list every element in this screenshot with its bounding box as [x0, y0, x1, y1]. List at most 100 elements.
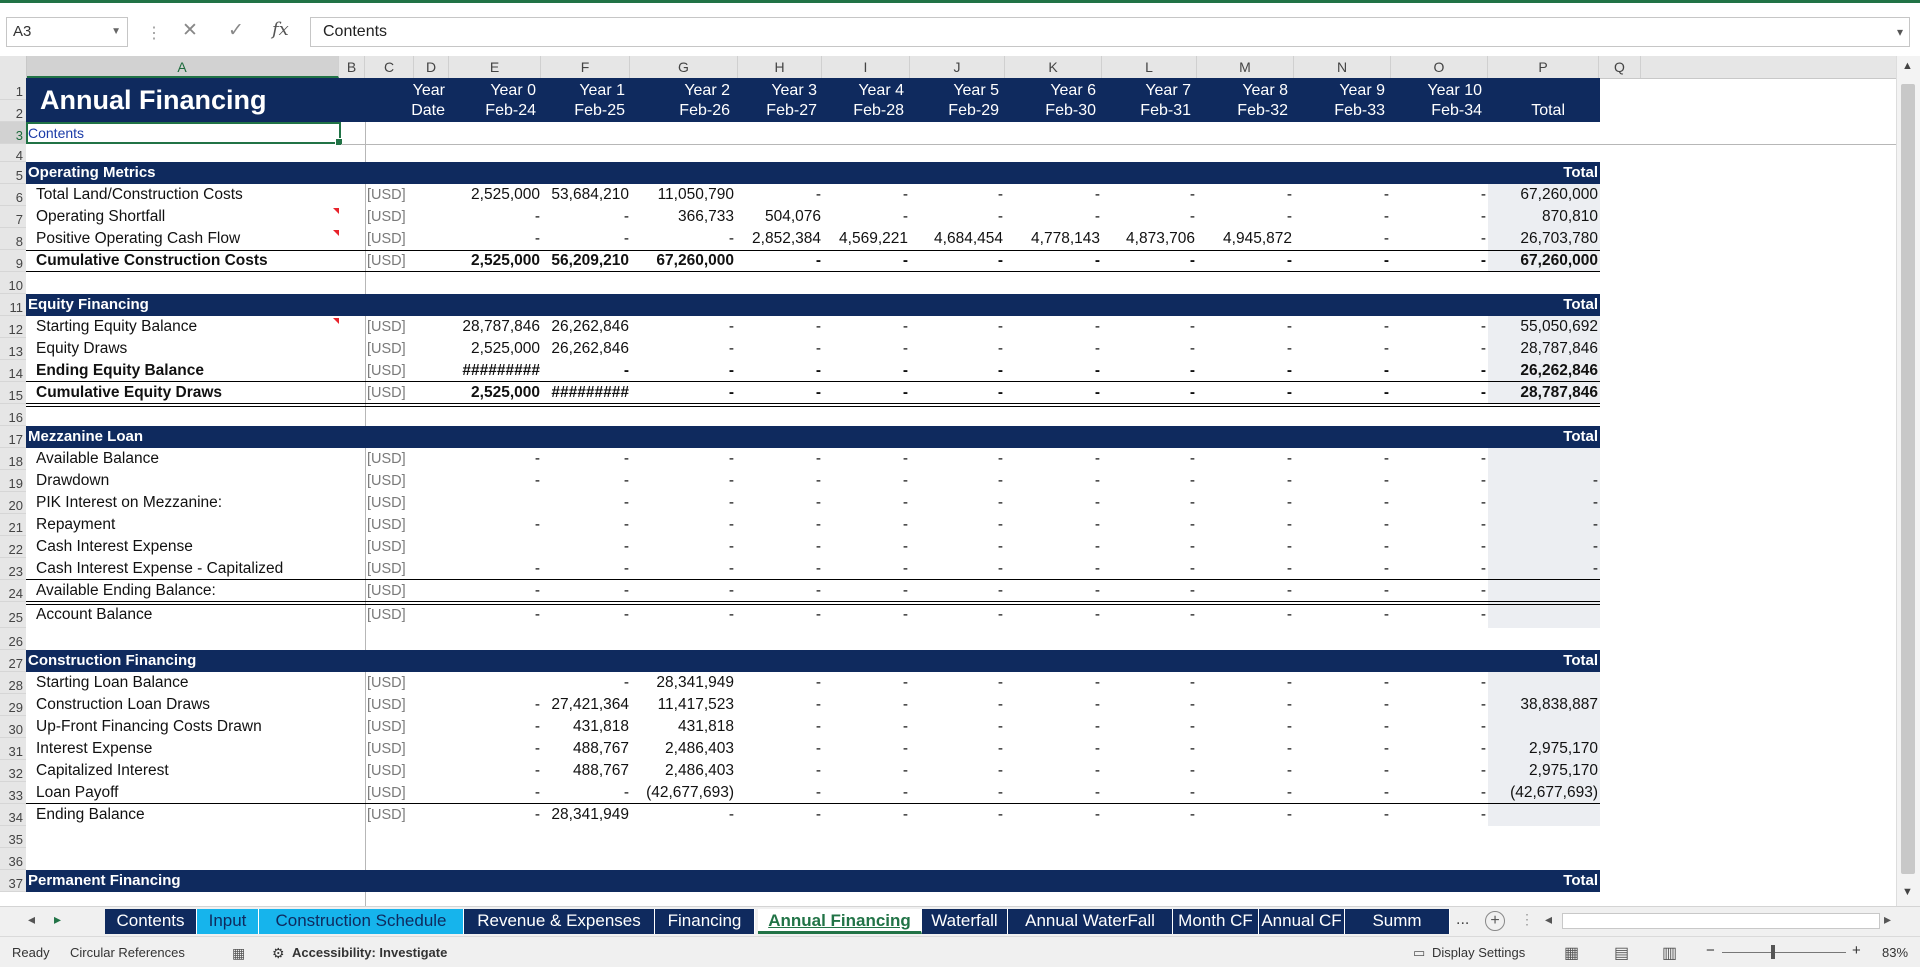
- column-header-p[interactable]: P: [1488, 56, 1599, 78]
- macro-record-icon[interactable]: ▦: [232, 945, 245, 962]
- value-cell[interactable]: -: [1366, 580, 1486, 602]
- selected-cell-a3[interactable]: [26, 122, 343, 146]
- row-header-2[interactable]: 2: [0, 100, 26, 122]
- value-cell[interactable]: -: [509, 558, 629, 580]
- value-cell[interactable]: #########: [509, 382, 629, 404]
- row-header-4[interactable]: 4: [0, 144, 26, 163]
- column-header-i[interactable]: I: [822, 56, 910, 78]
- row-label[interactable]: Positive Operating Cash Flow: [36, 228, 240, 250]
- total-cell[interactable]: 2,975,170: [1468, 738, 1598, 760]
- column-header-h[interactable]: H: [738, 56, 822, 78]
- value-cell[interactable]: -: [509, 470, 629, 492]
- status-accessibility[interactable]: Accessibility: Investigate: [292, 945, 447, 960]
- value-cell[interactable]: -: [1366, 716, 1486, 738]
- sheet-tab[interactable]: Month CF: [1173, 909, 1259, 934]
- hscroll-left-icon[interactable]: ◂: [1545, 911, 1552, 928]
- row-header-36[interactable]: 36: [0, 848, 26, 870]
- column-header-b[interactable]: B: [339, 56, 365, 78]
- total-cell[interactable]: -: [1468, 470, 1598, 492]
- row-label[interactable]: Interest Expense: [36, 738, 152, 760]
- value-cell[interactable]: -: [509, 228, 629, 250]
- row-label[interactable]: Construction Loan Draws: [36, 694, 210, 716]
- column-header-e[interactable]: E: [449, 56, 541, 78]
- row-label[interactable]: PIK Interest on Mezzanine:: [36, 492, 222, 514]
- accessibility-icon[interactable]: ⚙: [272, 945, 285, 962]
- display-settings-button[interactable]: Display Settings: [1432, 945, 1525, 960]
- sheet-tab[interactable]: Annual Financing: [758, 909, 922, 934]
- row-header-12[interactable]: 12: [0, 316, 26, 338]
- status-circular-references[interactable]: Circular References: [70, 945, 185, 960]
- row-header-29[interactable]: 29: [0, 694, 26, 716]
- enter-icon[interactable]: ✓: [228, 19, 244, 42]
- sheet-tab[interactable]: Waterfall: [922, 909, 1008, 934]
- prev-sheet-icon[interactable]: ◂: [28, 911, 35, 928]
- row-header-8[interactable]: 8: [0, 228, 26, 250]
- more-options-icon[interactable]: ⋮: [146, 23, 162, 43]
- row-label[interactable]: Account Balance: [36, 602, 152, 628]
- row-header-23[interactable]: 23: [0, 558, 26, 580]
- row-label[interactable]: Cash Interest Expense - Capitalized: [36, 558, 283, 580]
- row-header-14[interactable]: 14: [0, 360, 26, 382]
- cancel-icon[interactable]: ✕: [182, 19, 198, 42]
- total-cell[interactable]: 26,703,780: [1468, 228, 1598, 250]
- row-header-19[interactable]: 19: [0, 470, 26, 492]
- total-cell[interactable]: 26,262,846: [1468, 360, 1598, 382]
- total-cell[interactable]: 55,050,692: [1468, 316, 1598, 338]
- row-header-33[interactable]: 33: [0, 782, 26, 804]
- column-header-g[interactable]: G: [630, 56, 738, 78]
- row-header-25[interactable]: 25: [0, 602, 26, 628]
- sheet-tab[interactable]: Summ: [1345, 909, 1450, 934]
- value-cell[interactable]: -: [509, 782, 629, 804]
- row-label[interactable]: Equity Draws: [36, 338, 127, 360]
- formula-input[interactable]: Contents ▾: [310, 17, 1910, 47]
- expand-formula-bar-icon[interactable]: ▾: [1897, 18, 1903, 46]
- column-header-j[interactable]: J: [910, 56, 1005, 78]
- column-header-f[interactable]: F: [541, 56, 630, 78]
- value-cell[interactable]: -: [509, 448, 629, 470]
- page-layout-view-icon[interactable]: ▤: [1614, 943, 1629, 963]
- scroll-up-icon[interactable]: ▲: [1902, 60, 1913, 72]
- sheet-tab[interactable]: Annual WaterFall: [1008, 909, 1173, 934]
- more-sheets-icon[interactable]: ...: [1456, 911, 1469, 929]
- row-header-17[interactable]: 17: [0, 426, 26, 448]
- row-label[interactable]: Total Land/Construction Costs: [36, 184, 243, 206]
- name-box[interactable]: A3 ▼: [6, 17, 128, 47]
- value-cell[interactable]: -: [1366, 804, 1486, 826]
- value-cell[interactable]: 27,421,364: [509, 694, 629, 716]
- value-cell[interactable]: -: [509, 672, 629, 694]
- row-header-6[interactable]: 6: [0, 184, 26, 206]
- vertical-scrollbar[interactable]: ▲ ▼: [1896, 56, 1920, 906]
- value-cell[interactable]: -: [1366, 602, 1486, 628]
- column-header-m[interactable]: M: [1197, 56, 1294, 78]
- vertical-scroll-thumb[interactable]: [1901, 84, 1915, 874]
- total-cell[interactable]: 2,975,170: [1468, 760, 1598, 782]
- total-cell[interactable]: 38,838,887: [1468, 694, 1598, 716]
- total-cell[interactable]: 28,787,846: [1468, 338, 1598, 360]
- column-header-a[interactable]: A: [26, 56, 339, 78]
- sheet-tab[interactable]: Construction Schedule: [259, 909, 464, 934]
- value-cell[interactable]: 28,341,949: [509, 804, 629, 826]
- row-label[interactable]: Starting Loan Balance: [36, 672, 189, 694]
- row-header-9[interactable]: 9: [0, 250, 26, 272]
- total-cell[interactable]: -: [1468, 514, 1598, 536]
- value-cell[interactable]: 56,209,210: [509, 250, 629, 272]
- row-header-1[interactable]: 1: [0, 78, 26, 100]
- zoom-level[interactable]: 83%: [1882, 945, 1908, 960]
- row-header-22[interactable]: 22: [0, 536, 26, 558]
- column-header-k[interactable]: K: [1005, 56, 1102, 78]
- row-header-27[interactable]: 27: [0, 650, 26, 672]
- row-label[interactable]: Operating Shortfall: [36, 206, 165, 228]
- horizontal-scrollbar[interactable]: [1562, 913, 1880, 929]
- total-cell[interactable]: -: [1468, 558, 1598, 580]
- row-header-16[interactable]: 16: [0, 404, 26, 426]
- next-sheet-icon[interactable]: ▸: [54, 911, 61, 928]
- sheet-tab[interactable]: Annual CF: [1259, 909, 1345, 934]
- column-header-q[interactable]: Q: [1599, 56, 1641, 78]
- row-label[interactable]: Drawdown: [36, 470, 109, 492]
- value-cell[interactable]: 26,262,846: [509, 338, 629, 360]
- row-label[interactable]: Ending Equity Balance: [36, 360, 204, 382]
- row-label[interactable]: Capitalized Interest: [36, 760, 169, 782]
- row-header-15[interactable]: 15: [0, 382, 26, 404]
- worksheet-grid[interactable]: ABCDEFGHIJKLMNOPQ 1 2 3 4 5 6 7 8 9 10 11 12 13 14 15 1…: [0, 56, 1920, 906]
- row-header-34[interactable]: 34: [0, 804, 26, 826]
